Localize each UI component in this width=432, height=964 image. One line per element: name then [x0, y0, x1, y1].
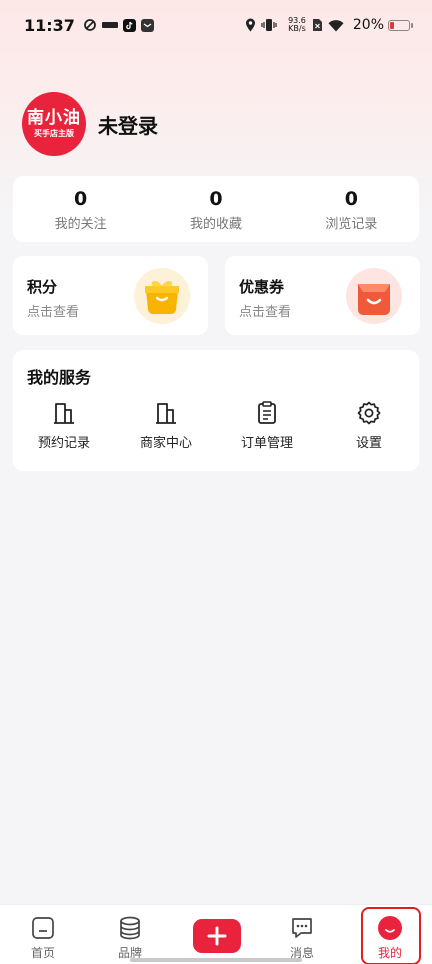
battery-percent: 20%: [352, 17, 384, 33]
coupons-card[interactable]: 优惠券 点击查看: [225, 256, 420, 335]
tab-label: 首页: [30, 946, 55, 960]
active-tab-highlight: [361, 907, 421, 964]
stats-card: 0 我的关注 0 我的收藏 0 浏览记录: [13, 176, 419, 242]
stat-label: 浏览记录: [325, 216, 378, 232]
stat-label: 我的关注: [54, 216, 107, 232]
status-bar: 11:37 93.6 KB/s 20%: [0, 0, 432, 50]
services-title: 我的服务: [27, 368, 92, 387]
gear-icon: [357, 401, 381, 425]
home-indicator[interactable]: [130, 958, 302, 962]
vibrate-icon: [261, 18, 277, 32]
logo-sub-text: 买手店主版: [34, 129, 74, 138]
tab-brands[interactable]: 品牌: [87, 905, 173, 964]
clipboard-icon: [258, 401, 276, 424]
stat-history[interactable]: 0 浏览记录: [284, 176, 419, 242]
stat-favorites[interactable]: 0 我的收藏: [148, 176, 283, 242]
tab-messages[interactable]: 消息: [259, 905, 345, 964]
service-order-management[interactable]: 订单管理: [222, 400, 312, 451]
network-speed: 93.6 KB/s: [288, 17, 306, 33]
points-card[interactable]: 积分 点击查看: [13, 256, 208, 335]
loop-icon: [83, 18, 97, 32]
network-speed-unit: KB/s: [288, 24, 306, 33]
stack-icon: [120, 916, 140, 940]
stat-following[interactable]: 0 我的关注: [13, 176, 148, 242]
coupon-icon: [346, 268, 402, 324]
service-merchant-center[interactable]: 商家中心: [121, 400, 211, 451]
top-app-icon: [101, 20, 118, 30]
no-sim-icon: [312, 18, 323, 32]
plus-icon: [207, 926, 227, 946]
service-settings[interactable]: 设置: [324, 400, 414, 451]
profile-header[interactable]: 南小油 买手店主版 未登录: [22, 92, 158, 156]
building-icon: [54, 403, 74, 424]
service-label: 设置: [355, 436, 382, 451]
stat-value: 0: [74, 187, 88, 210]
stat-label: 我的收藏: [189, 216, 242, 232]
service-label: 商家中心: [139, 436, 192, 451]
tab-home[interactable]: 首页: [0, 905, 86, 964]
building-icon: [156, 403, 176, 424]
app-logo-avatar[interactable]: 南小油 买手店主版: [22, 92, 86, 156]
wifi-icon: [328, 19, 344, 32]
services-card: 我的服务 预约记录 商家中心 订单管理 设置: [13, 350, 419, 471]
location-icon: [245, 18, 256, 32]
home-icon: [32, 917, 54, 939]
chat-bubble-icon: [292, 918, 312, 938]
service-reservations[interactable]: 预约记录: [19, 400, 109, 451]
service-label: 订单管理: [240, 436, 293, 451]
login-status[interactable]: 未登录: [98, 110, 158, 139]
stat-value: 0: [344, 187, 358, 210]
status-time: 11:37: [24, 15, 75, 35]
bottom-tab-bar: 首页 品牌 消息 我的: [0, 904, 432, 964]
gift-box-icon: [134, 268, 190, 324]
tiktok-icon: [122, 18, 136, 32]
service-label: 预约记录: [37, 436, 90, 451]
message-app-icon: [140, 18, 154, 32]
logo-main-text: 南小油: [27, 108, 81, 128]
stat-value: 0: [209, 187, 223, 210]
battery-icon: [388, 19, 413, 31]
publish-button[interactable]: [193, 919, 241, 953]
